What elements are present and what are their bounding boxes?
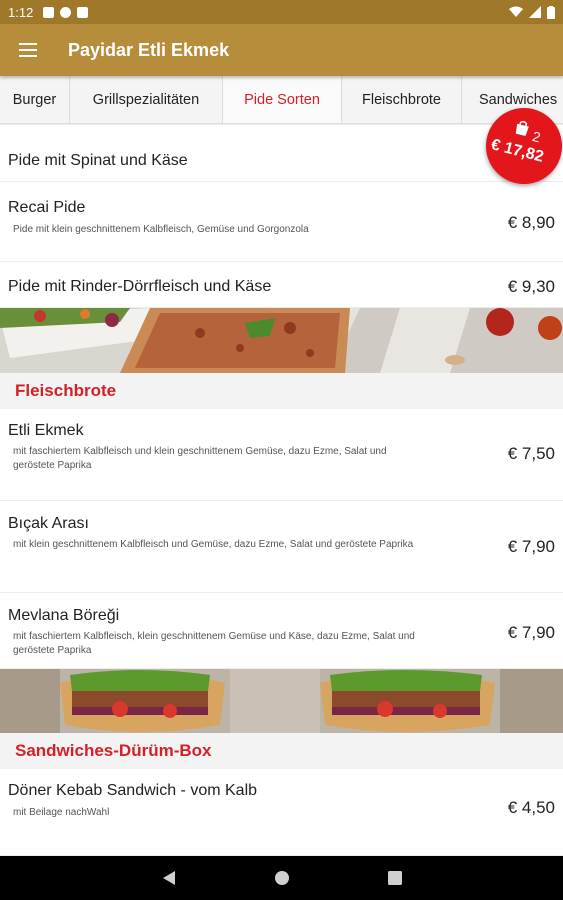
sandwich-banner-image [0,669,563,733]
category-tabs: Burger Grillspezialitäten Pide Sorten Fl… [0,76,563,124]
app-title: Payidar Etli Ekmek [68,39,230,60]
signal-icon [529,6,541,18]
item-name: Pide mit Spinat und Käse [8,152,188,169]
item-name: Döner Kebab Sandwich - vom Kalb [8,782,258,799]
battery-icon [547,5,555,19]
menu-button[interactable] [0,24,56,76]
item-price: € 4,50 [507,798,555,817]
section-header-fleischbrote: Fleischbrote [0,373,563,409]
menu-item[interactable]: Mevlana Böreği mit faschiertem Kalbfleis… [0,593,563,669]
tab-grillspezialitaeten[interactable]: Grillspezialitäten [70,76,223,123]
item-name: Recai Pide [8,199,86,216]
item-description: mit faschiertem Kalbfleisch, klein gesch… [13,631,415,656]
hamburger-icon [19,43,37,57]
pide-banner-image [0,308,563,373]
back-icon[interactable] [162,870,176,886]
item-price: € 9,30 [507,277,555,296]
status-icons [509,5,555,19]
cart-count: 2 [530,128,543,146]
wifi-icon [509,6,523,17]
item-name: Bıçak Arası [8,515,89,532]
item-description: Pide mit klein geschnittenem Kalbfleisch… [13,224,309,235]
menu-item[interactable]: Etli Ekmek mit faschiertem Kalbfleisch u… [0,409,563,501]
menu-list[interactable]: Pide mit Spinat und Käse Recai Pide Pide… [0,124,563,856]
section-header-sandwiches: Sandwiches-Dürüm-Box [0,733,563,769]
item-description: mit klein geschnittenem Kalbfleisch und … [13,539,414,550]
item-description: mit Beilage nachWahl [13,807,110,818]
shopping-bag-icon [515,120,529,137]
item-price: € 7,90 [507,537,555,556]
menu-item[interactable]: Bıçak Arası mit klein geschnittenem Kalb… [0,501,563,593]
item-price: € 7,50 [507,444,555,463]
notification-icon [43,6,55,18]
app-bar: Payidar Etli Ekmek [0,24,563,76]
tab-pide-sorten[interactable]: Pide Sorten [223,76,342,123]
status-time: 1:12 [8,4,34,20]
recents-icon[interactable] [387,871,402,885]
item-name: Pide mit Rinder-Dörrfleisch und Käse [8,278,272,295]
item-price: € 8,90 [507,213,555,232]
home-icon[interactable] [274,870,290,886]
menu-item[interactable]: Döner Kebab Sandwich - vom Kalb mit Beil… [0,769,563,856]
menu-item[interactable]: Pide mit Spinat und Käse [0,124,563,182]
app-notification-icon [60,6,72,18]
tab-burger[interactable]: Burger [0,76,70,123]
item-name: Mevlana Böreği [8,607,120,624]
sd-card-icon [77,6,89,18]
menu-item[interactable]: Recai Pide Pide mit klein geschnittenem … [0,182,563,262]
system-nav-bar [0,856,563,900]
tab-fleischbrote[interactable]: Fleischbrote [342,76,462,123]
menu-item[interactable]: Pide mit Rinder-Dörrfleisch und Käse € 9… [0,262,563,308]
item-name: Etli Ekmek [8,422,84,439]
status-bar: 1:12 [0,0,563,24]
item-price: € 7,90 [507,623,555,642]
item-description: mit faschiertem Kalbfleisch und klein ge… [13,446,387,471]
